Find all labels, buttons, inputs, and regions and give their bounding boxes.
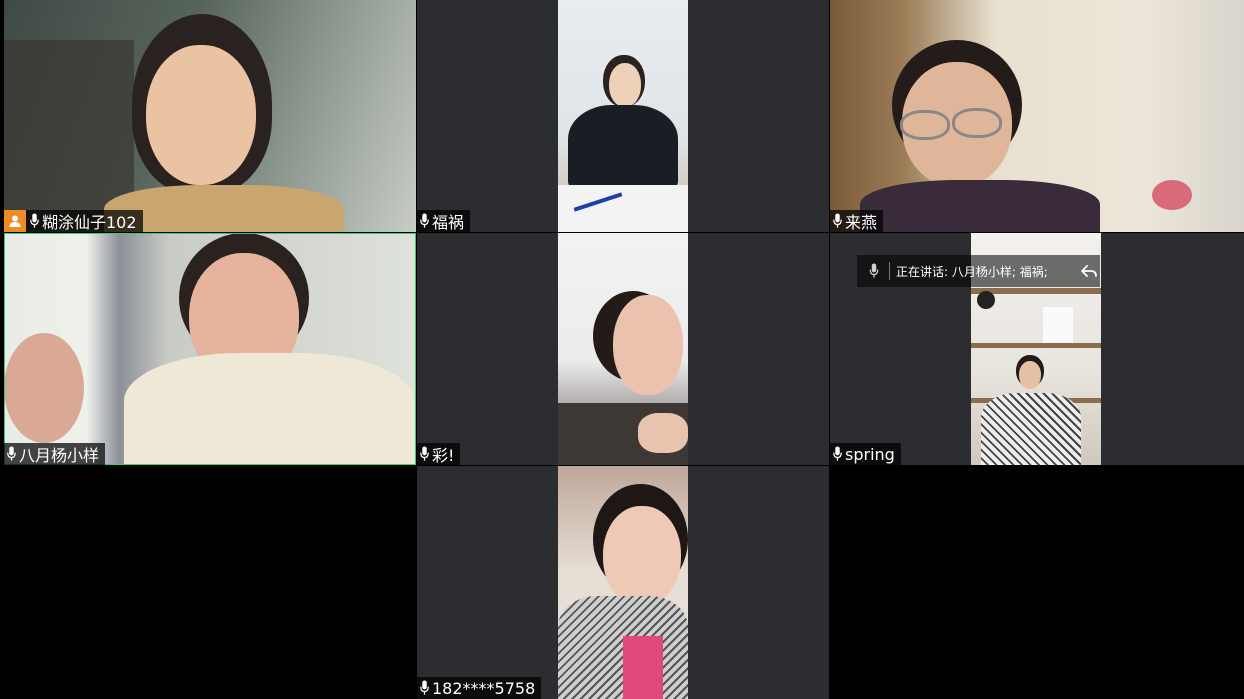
divider bbox=[889, 262, 890, 280]
participant-name: 来燕 bbox=[845, 213, 878, 232]
microphone-icon bbox=[833, 446, 842, 462]
participant-name-tag: 福祸 bbox=[417, 210, 471, 232]
microphone-icon bbox=[7, 446, 16, 462]
participant-name: 182****5758 bbox=[432, 678, 536, 698]
participant-name-tag: 来燕 bbox=[830, 210, 884, 232]
participant-name-tag: 八月杨小样 bbox=[4, 443, 106, 465]
speaking-text: 正在讲话: 八月杨小样; 福祸; bbox=[896, 264, 1048, 279]
microphone-icon bbox=[833, 213, 842, 229]
video-tile-participant-2[interactable]: 福祸 bbox=[417, 0, 829, 232]
participant-name: 八月杨小样 bbox=[19, 446, 100, 465]
participant-name-tag: 糊涂仙子102 bbox=[4, 210, 143, 232]
participant-video bbox=[558, 466, 688, 699]
participant-video bbox=[558, 0, 688, 232]
participant-video bbox=[558, 233, 688, 465]
microphone-icon bbox=[30, 213, 39, 229]
video-tile-participant-3[interactable]: 来燕 bbox=[830, 0, 1244, 232]
participant-video bbox=[4, 0, 416, 232]
participant-name: spring bbox=[845, 444, 895, 464]
participant-name-tag: spring bbox=[830, 443, 901, 465]
microphone-icon bbox=[420, 213, 429, 229]
collapse-arrow-icon[interactable] bbox=[1078, 264, 1100, 278]
speaking-indicator[interactable]: 正在讲话: 八月杨小样; 福祸; bbox=[857, 255, 1100, 287]
participant-name: 福祸 bbox=[432, 213, 465, 232]
participant-name-tag: 彩! bbox=[417, 443, 461, 465]
participant-name-tag: 182****5758 bbox=[417, 677, 542, 699]
participant-video bbox=[830, 0, 1244, 232]
participant-name: 糊涂仙子102 bbox=[42, 213, 137, 232]
video-tile-participant-4[interactable]: 八月杨小样 bbox=[4, 233, 416, 465]
participant-name: 彩! bbox=[432, 446, 455, 465]
participant-video bbox=[4, 233, 416, 465]
microphone-icon bbox=[420, 446, 429, 462]
video-tile-participant-5[interactable]: 彩! bbox=[417, 233, 829, 465]
microphone-icon bbox=[420, 680, 429, 696]
host-icon bbox=[4, 210, 26, 232]
video-tile-participant-7[interactable]: 182****5758 bbox=[417, 466, 829, 699]
video-tile-participant-1[interactable]: 糊涂仙子102 bbox=[4, 0, 416, 232]
microphone-icon bbox=[869, 263, 879, 279]
